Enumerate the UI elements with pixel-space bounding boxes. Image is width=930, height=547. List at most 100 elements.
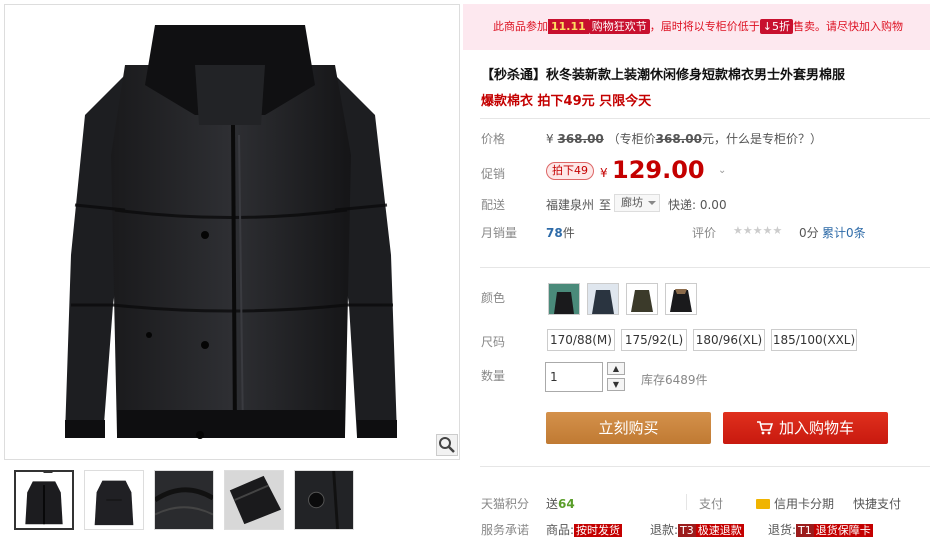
add-to-cart-button[interactable]: 加入购物车 [723,412,888,444]
city-select-value: 廊坊 [621,196,643,209]
service-return-tag-t1: T1 [796,524,814,537]
promotion-price: 129.00 [612,156,705,184]
size-option-m[interactable]: 170/88(M) [547,329,615,351]
original-price: ¥ 368.00 （专柜价368.00元，什么是专柜价？） [546,130,822,147]
rating-stars-icon: ★★★★★ [733,224,783,237]
product-subtitle: 爆款棉衣 拍下49元 只限今天 [481,94,652,109]
product-title: 【秒杀通】秋冬装新款上装潮休闲修身短款棉衣男士外套男棉服 [481,68,846,83]
service-goods: 商品: 按时发货 [546,521,623,538]
monthly-sales-unit: 件 [562,226,575,240]
service-goods-tag[interactable]: 按时发货 [574,524,623,537]
promotion-label: 促销 [481,167,506,181]
promotion-yen: ¥ [600,166,608,180]
stock-count: 库存6489件 [641,373,708,387]
service-return: 退货: T1 退货保障卡 [768,521,873,538]
service-refund: 退款: T3 极速退款 [650,521,744,538]
promotion-badge: 拍下49 [546,162,594,180]
promo-suffix: 售卖。请尽快加入购物 [793,20,904,33]
dropdown-arrow-icon [648,201,656,205]
service-refund-tag-t3: T3 [678,524,696,537]
promo-banner: 此商品参加 11.11 购物狂欢节 ，届时将以专柜价低于 ↓5折 售卖。请尽快加入购物 [463,4,930,50]
points-value: 送64 [546,495,575,512]
service-refund-label: 退款: [650,523,679,537]
active-thumb-arrow [43,472,53,473]
promo-event-name: 购物狂欢节 [588,19,650,34]
quantity-input[interactable]: 1 [545,362,603,392]
divider [480,118,930,119]
rating-label: 评价 [692,226,717,240]
size-option-l[interactable]: 175/92(L) [621,329,687,351]
shipping-label: 配送 [481,198,506,212]
rating-score: 0分 [799,226,819,240]
promo-discount: ↓5折 [759,19,794,34]
counter-price-note-prefix: （专柜价 [607,132,656,146]
cart-icon [756,421,774,435]
review-count-link[interactable]: 累计0条 [822,224,866,241]
color-swatch-4[interactable] [665,283,697,315]
thumbnail-jacket-back [85,471,143,529]
quick-pay[interactable]: 快捷支付 [853,495,901,512]
quantity-decrease-button[interactable]: ▼ [607,378,625,391]
service-return-label: 退货: [768,523,797,537]
main-product-image[interactable] [4,4,460,460]
color-label: 颜色 [481,291,506,305]
thumbnail-2[interactable] [84,470,144,530]
quantity-label: 数量 [481,369,506,383]
points-label: 天猫积分 [481,497,530,511]
divider [480,466,930,467]
add-to-cart-label: 加入购物车 [778,419,854,437]
promo-prefix: 此商品参加 [493,20,548,33]
shipping-express: 快递: 0.00 [668,198,727,212]
color-swatch-3[interactable] [626,283,658,315]
service-return-tag[interactable]: 退货保障卡 [813,524,873,537]
price-label: 价格 [481,132,506,146]
color-swatch-1[interactable] [548,283,580,315]
color-swatch-2[interactable] [587,283,619,315]
size-label: 尺码 [481,335,506,349]
service-label: 服务承诺 [481,523,530,537]
counter-price-value: 368.00 [655,132,702,146]
credit-card-icon [756,499,770,509]
service-goods-label: 商品: [546,523,575,537]
monthly-sales-value: 78件 [546,224,575,241]
jacket-illustration [65,25,397,439]
thumbnail-collar-detail [155,471,213,529]
zoom-button[interactable] [436,434,458,456]
divider [480,267,930,268]
thumbnail-1[interactable] [14,470,74,530]
credit-card-label: 信用卡分期 [774,497,835,511]
thumbnail-strip [4,466,460,536]
monthly-sales-count: 78 [546,226,563,240]
shipping-to-word: 至 [599,198,612,212]
original-price-yen: ¥ [546,132,554,146]
thumbnail-button-detail [295,471,353,529]
swatch-image-4 [666,284,696,314]
thumbnail-cuff-detail [225,471,283,529]
buy-now-button[interactable]: 立刻购买 [546,412,711,444]
thumbnail-5[interactable] [294,470,354,530]
monthly-sales-label: 月销量 [481,226,518,240]
promotion-expand-icon[interactable]: ⌄ [718,165,726,176]
size-option-xl[interactable]: 180/96(XL) [693,329,765,351]
credit-card-installment[interactable]: 信用卡分期 [756,495,834,512]
city-select[interactable]: 廊坊 [614,194,660,212]
points-prefix: 送 [546,497,559,511]
thumbnail-4[interactable] [224,470,284,530]
quantity-increase-button[interactable]: ▲ [607,362,625,375]
original-price-value: 368.00 [557,132,604,146]
payment-label: 支付 [699,497,724,511]
promo-event-number: 11.11 [548,19,589,34]
swatch-image-2 [588,284,618,314]
vertical-divider [686,494,687,510]
magnifier-icon [439,437,455,453]
size-option-xxl[interactable]: 185/100(XXL) [771,329,857,351]
promo-middle: ，届时将以专柜价低于 [649,20,760,33]
counter-price-note-suffix[interactable]: 元，什么是专柜价？） [702,132,822,146]
points-number: 64 [558,497,575,511]
shipping-from: 福建泉州 [546,198,595,212]
thumbnail-3[interactable] [154,470,214,530]
swatch-image-3 [627,284,657,314]
service-refund-tag[interactable]: 极速退款 [695,524,744,537]
thumbnail-jacket-front [16,472,72,528]
swatch-image-1 [549,284,579,314]
